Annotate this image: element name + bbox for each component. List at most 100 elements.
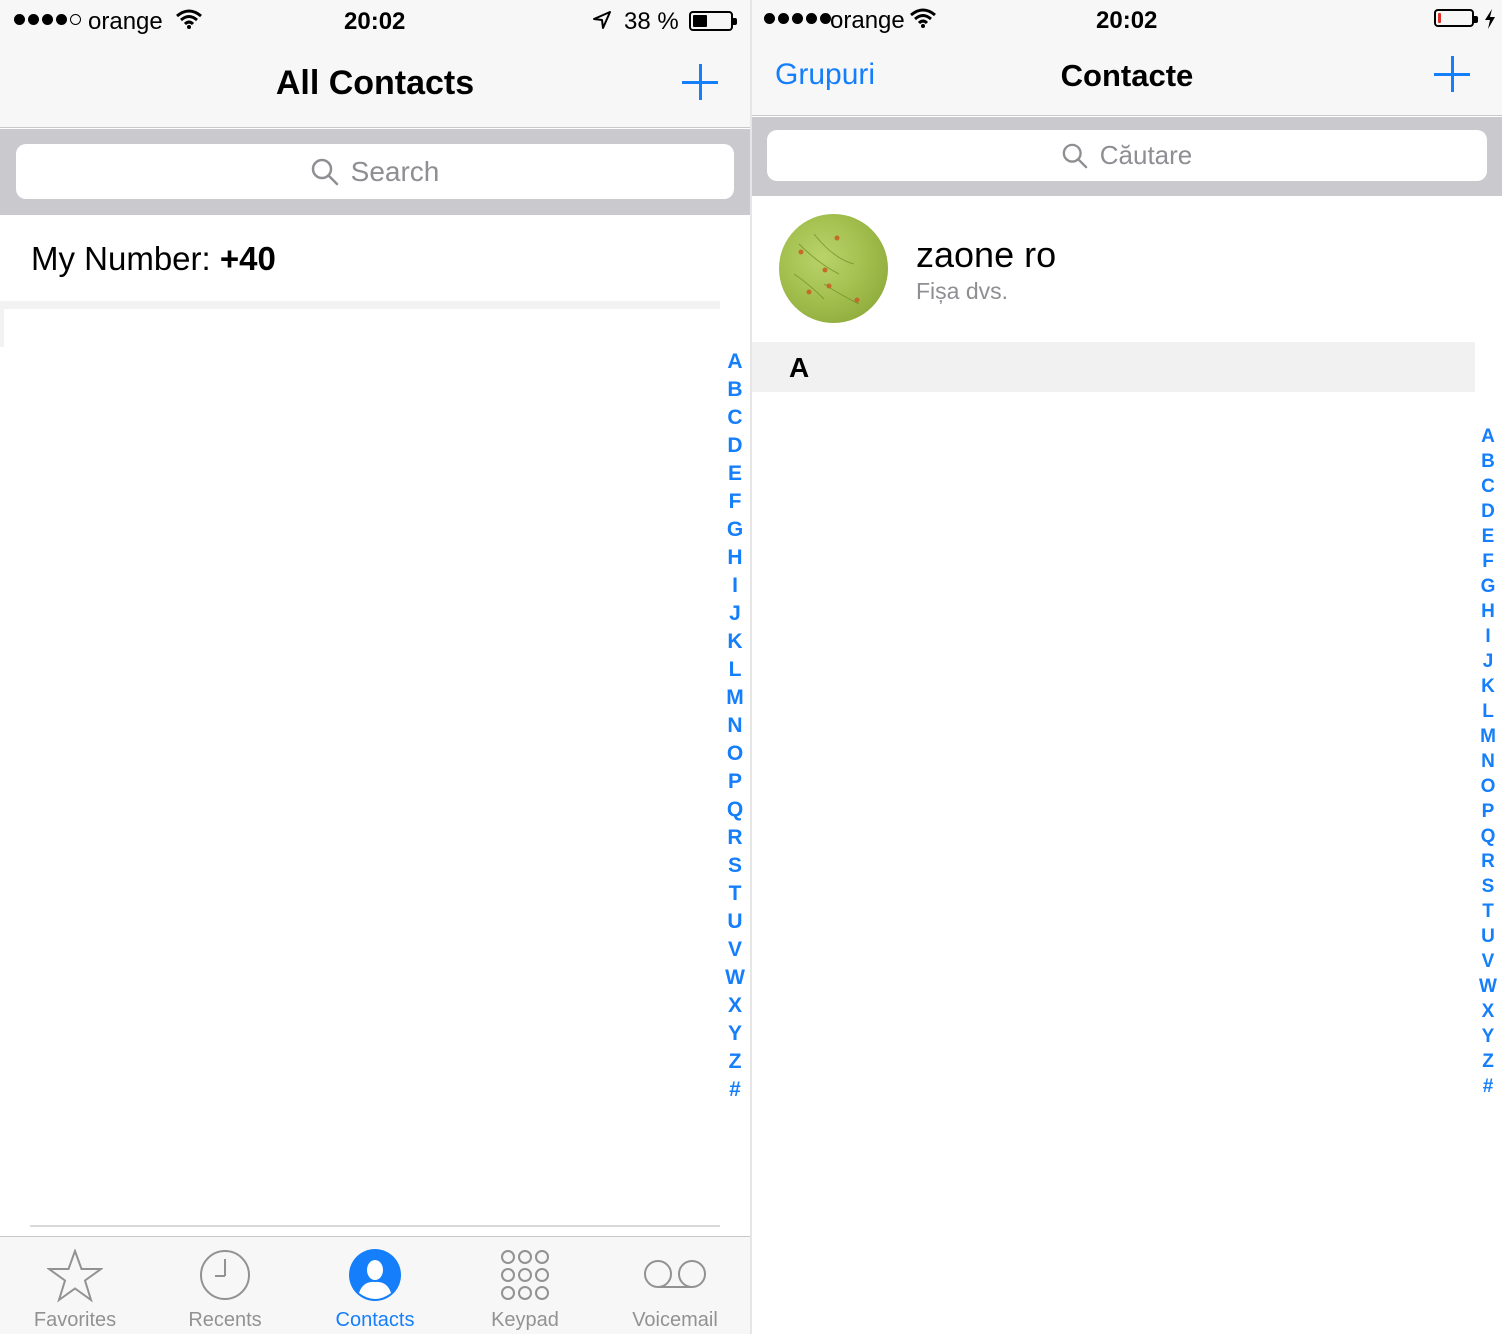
index-letter[interactable]: O	[1481, 774, 1496, 799]
tab-favorites[interactable]: Favorites	[0, 1237, 150, 1334]
page-title: All Contacts	[275, 64, 475, 102]
avatar[interactable]	[779, 214, 888, 323]
navigation-bar: All Contacts	[0, 40, 750, 128]
index-letter[interactable]: I	[732, 572, 738, 600]
tab-contacts[interactable]: Contacts	[300, 1237, 450, 1334]
divider	[0, 301, 720, 309]
index-letter[interactable]: B	[1481, 449, 1495, 474]
index-letter[interactable]: U	[727, 908, 742, 936]
tab-label: Recents	[188, 1309, 262, 1331]
index-letter[interactable]: Z	[729, 1048, 742, 1076]
search-bar: Căutare	[752, 117, 1502, 196]
index-letter[interactable]: A	[727, 348, 742, 376]
search-icon	[1062, 143, 1088, 168]
index-letter[interactable]: V	[728, 936, 742, 964]
location-arrow-icon	[593, 11, 611, 29]
index-letter[interactable]: H	[1481, 599, 1495, 624]
index-letter[interactable]: D	[1481, 499, 1495, 524]
navigation-bar: Grupuri Contacte	[752, 38, 1502, 116]
index-letter[interactable]: M	[726, 684, 744, 712]
index-letter[interactable]: K	[727, 628, 742, 656]
clock: 20:02	[344, 8, 406, 35]
index-letter[interactable]: T	[1482, 899, 1494, 924]
index-letter[interactable]: J	[1483, 649, 1494, 674]
index-letter[interactable]: W	[725, 964, 745, 992]
index-letter[interactable]: G	[1481, 574, 1496, 599]
index-letter[interactable]: R	[1481, 849, 1495, 874]
index-letter[interactable]: N	[727, 712, 742, 740]
index-letter[interactable]: W	[1479, 974, 1497, 999]
index-letter[interactable]: E	[728, 460, 742, 488]
divider	[0, 309, 4, 347]
index-letter[interactable]: Q	[1481, 824, 1496, 849]
left-screen: orange 20:02 38 % All Contacts Search My…	[0, 0, 750, 1334]
index-letter[interactable]: R	[727, 824, 742, 852]
signal-strength-icon	[764, 13, 831, 24]
search-icon	[311, 158, 338, 185]
index-letter[interactable]: P	[728, 768, 742, 796]
index-letter[interactable]: F	[1482, 549, 1494, 574]
index-letter[interactable]: Y	[1482, 1024, 1495, 1049]
search-input[interactable]: Search	[16, 144, 734, 199]
index-letter[interactable]: G	[727, 516, 743, 544]
index-letter[interactable]: A	[1481, 424, 1495, 449]
index-letter[interactable]: B	[727, 376, 742, 404]
contact-name[interactable]: zaone ro	[916, 234, 1056, 276]
index-letter[interactable]: O	[727, 740, 743, 768]
tab-keypad[interactable]: Keypad	[450, 1237, 600, 1334]
index-letter[interactable]: C	[727, 404, 742, 432]
status-bar: orange 20:02 38 %	[0, 0, 750, 40]
wifi-icon	[910, 8, 936, 28]
search-placeholder: Search	[350, 155, 440, 187]
contacts-icon	[349, 1249, 401, 1301]
index-letter[interactable]: L	[729, 656, 742, 684]
index-letter[interactable]: K	[1481, 674, 1495, 699]
index-letter[interactable]: #	[1483, 1074, 1494, 1099]
index-letter[interactable]: V	[1482, 949, 1495, 974]
index-letter[interactable]: Z	[1482, 1049, 1494, 1074]
keypad-icon	[501, 1250, 549, 1300]
right-screen: orange 20:02 Grupuri Contacte Căutare za…	[752, 0, 1502, 1334]
index-letter[interactable]: X	[728, 992, 742, 1020]
tab-label: Keypad	[491, 1309, 559, 1331]
my-number-value: +40	[219, 240, 276, 277]
index-letter[interactable]: M	[1480, 724, 1496, 749]
battery-icon	[1434, 9, 1478, 27]
index-letter[interactable]: C	[1481, 474, 1495, 499]
star-icon	[47, 1249, 103, 1303]
section-index[interactable]: A B C D E F G H I J K L M N O P Q R S T U V W X Y Z #	[1474, 424, 1502, 1099]
search-input[interactable]: Căutare	[767, 130, 1487, 181]
section-index[interactable]: A B C D E F G H I J K L M N O P Q R S T U V W X Y Z #	[720, 348, 750, 1104]
index-letter[interactable]: J	[729, 600, 741, 628]
index-letter[interactable]: I	[1485, 624, 1490, 649]
index-letter[interactable]: X	[1482, 999, 1495, 1024]
index-letter[interactable]: E	[1482, 524, 1495, 549]
battery-percent: 38 %	[624, 8, 679, 35]
my-card-label: Fișa dvs.	[916, 278, 1009, 304]
index-letter[interactable]: H	[727, 544, 742, 572]
add-contact-button[interactable]	[682, 64, 718, 100]
index-letter[interactable]: S	[1482, 874, 1495, 899]
index-letter[interactable]: P	[1482, 799, 1495, 824]
tab-recents[interactable]: Recents	[150, 1237, 300, 1334]
add-contact-button[interactable]	[1434, 56, 1470, 92]
index-letter[interactable]: D	[727, 432, 742, 460]
index-letter[interactable]: F	[729, 488, 742, 516]
search-bar: Search	[0, 129, 750, 215]
index-letter[interactable]: N	[1481, 749, 1495, 774]
tab-bar: Favorites Recents Contacts Keypad Voicem…	[0, 1236, 750, 1334]
signal-strength-icon	[14, 14, 81, 25]
index-letter[interactable]: Y	[728, 1020, 742, 1048]
index-letter[interactable]: Q	[727, 796, 743, 824]
index-letter[interactable]: T	[729, 880, 742, 908]
tab-label: Voicemail	[632, 1309, 718, 1331]
search-placeholder: Căutare	[1099, 140, 1193, 170]
index-letter[interactable]: #	[729, 1076, 741, 1104]
index-letter[interactable]: U	[1481, 924, 1495, 949]
cactus-photo	[793, 233, 860, 305]
index-letter[interactable]: L	[1482, 699, 1494, 724]
index-letter[interactable]: S	[728, 852, 742, 880]
carrier-name: orange	[830, 7, 905, 34]
section-header-letter: A	[789, 352, 810, 383]
tab-voicemail[interactable]: Voicemail	[600, 1237, 750, 1334]
